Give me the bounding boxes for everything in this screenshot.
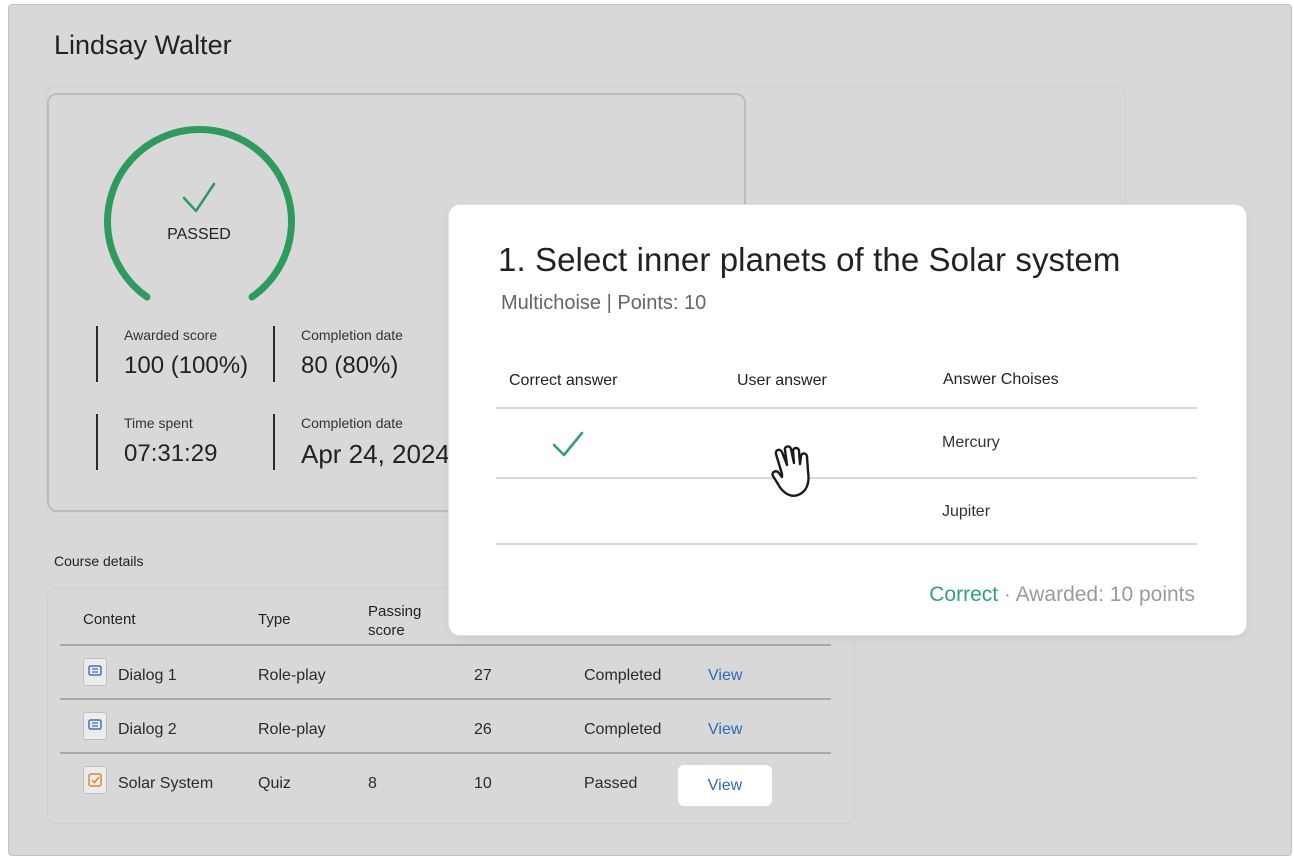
row-divider bbox=[60, 644, 831, 646]
stat-value: 100 (100%) bbox=[124, 352, 249, 379]
stat-awarded-score: Awarded score 100 (100%) bbox=[96, 326, 248, 382]
result-line: Correct · Awarded: 10 points bbox=[929, 583, 1195, 607]
answer-choice: Mercury bbox=[942, 434, 1000, 451]
header-content: Content bbox=[83, 611, 136, 628]
stat-completion-date: Completion date Apr 24, 2024 bbox=[273, 414, 450, 470]
row-divider bbox=[496, 407, 1197, 409]
row-divider bbox=[496, 543, 1197, 545]
table-row-content: Dialog 1 bbox=[118, 667, 177, 684]
table-row-passing: 8 bbox=[368, 775, 377, 792]
dialog-icon bbox=[83, 658, 107, 686]
stat-label: Completion date bbox=[301, 415, 403, 431]
header-passing-score: Passing score bbox=[368, 603, 422, 639]
hand-cursor-icon bbox=[771, 445, 810, 497]
stat-completion-score: Completion date 80 (80%) bbox=[273, 326, 403, 382]
table-row-status: Completed bbox=[584, 667, 662, 684]
stat-value: 80 (80%) bbox=[301, 352, 399, 379]
view-link[interactable]: View bbox=[708, 721, 742, 739]
question-subtitle: Multichoise | Points: 10 bbox=[501, 292, 707, 314]
row-divider bbox=[60, 698, 831, 700]
table-row-status: Completed bbox=[584, 721, 662, 738]
question-title: 1. Select inner planets of the Solar sys… bbox=[498, 241, 1121, 278]
table-row-score: 26 bbox=[474, 721, 492, 738]
view-button[interactable]: View bbox=[678, 765, 772, 806]
stat-label: Awarded score bbox=[124, 327, 218, 343]
header-type: Type bbox=[258, 611, 291, 628]
stat-time-spent: Time spent 07:31:29 bbox=[96, 414, 217, 470]
page-title: Lindsay Walter bbox=[54, 30, 232, 60]
table-row-status: Passed bbox=[584, 775, 638, 792]
header-answer-choices: Answer Choises bbox=[943, 371, 1059, 388]
table-row-content: Dialog 2 bbox=[118, 721, 177, 738]
view-link[interactable]: View bbox=[708, 667, 742, 685]
result-status: Correct bbox=[929, 583, 999, 606]
section-label-course-details: Course details bbox=[54, 553, 144, 569]
check-icon bbox=[182, 182, 216, 213]
gauge-arc bbox=[104, 126, 295, 301]
stat-label: Completion date bbox=[301, 327, 403, 343]
dialog-icon bbox=[83, 712, 107, 740]
quiz-icon bbox=[83, 766, 107, 794]
header-user-answer: User answer bbox=[737, 372, 827, 389]
table-row-type: Role-play bbox=[258, 721, 326, 738]
row-divider bbox=[496, 477, 1197, 479]
table-row-type: Role-play bbox=[258, 667, 326, 684]
table-row-score: 10 bbox=[474, 775, 492, 792]
status-passed: PASSED bbox=[167, 226, 231, 243]
score-gauge bbox=[104, 126, 295, 301]
answer-choice: Jupiter bbox=[942, 503, 991, 520]
table-row-type: Quiz bbox=[258, 775, 291, 792]
correct-check-icon bbox=[552, 431, 584, 457]
stat-value: 07:31:29 bbox=[124, 440, 218, 467]
header-correct-answer: Correct answer bbox=[509, 372, 618, 389]
row-divider bbox=[60, 752, 831, 754]
result-detail: · Awarded: 10 points bbox=[998, 583, 1195, 606]
stat-label: Time spent bbox=[124, 415, 193, 431]
table-row-score: 27 bbox=[474, 667, 492, 684]
table-row-content: Solar System bbox=[118, 775, 214, 792]
stat-value: Apr 24, 2024 bbox=[301, 439, 450, 469]
